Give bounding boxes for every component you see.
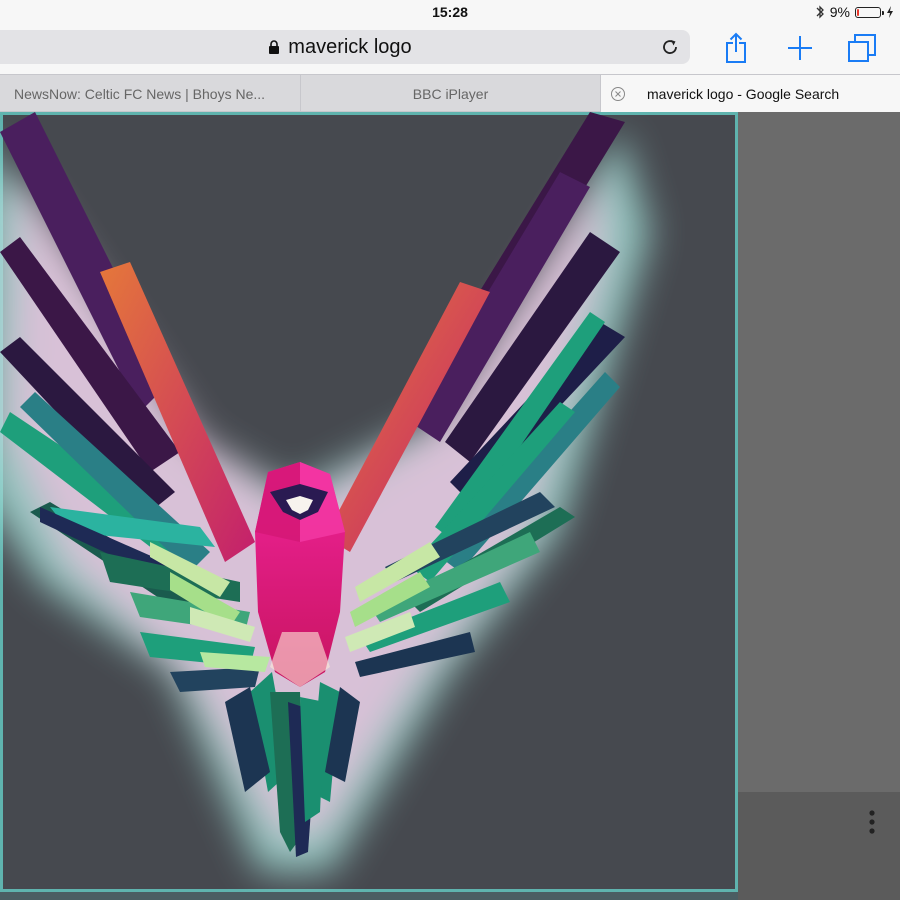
browser-toolbar: maverick logo xyxy=(0,26,900,74)
status-bar: 15:28 9% xyxy=(0,0,900,26)
tab-bar: NewsNow: Celtic FC News | Bhoys Ne... BB… xyxy=(0,74,900,112)
reload-icon[interactable] xyxy=(660,37,680,57)
tab-newsnow[interactable]: NewsNow: Celtic FC News | Bhoys Ne... xyxy=(0,75,301,112)
status-time: 15:28 xyxy=(432,4,468,20)
share-icon[interactable] xyxy=(720,32,752,64)
more-options-icon[interactable] xyxy=(864,808,880,836)
tabs-icon[interactable] xyxy=(846,32,878,64)
address-bar[interactable]: maverick logo xyxy=(0,30,690,64)
tab-bbc-iplayer[interactable]: BBC iPlayer xyxy=(301,75,601,112)
page-content xyxy=(0,112,900,900)
maverick-bird-logo xyxy=(0,112,650,872)
battery-percent: 9% xyxy=(829,4,850,20)
image-bottom-edge xyxy=(0,892,738,900)
battery-icon xyxy=(855,6,884,18)
tab-label: BBC iPlayer xyxy=(412,85,489,102)
tab-label: NewsNow: Celtic FC News | Bhoys Ne... xyxy=(14,85,266,102)
tab-google-search-active[interactable]: maverick logo - Google Search xyxy=(601,75,900,112)
charging-icon xyxy=(887,6,893,18)
status-indicators: 9% xyxy=(815,4,894,20)
close-tab-icon[interactable] xyxy=(610,86,626,102)
battery-level xyxy=(857,8,859,16)
add-tab-icon[interactable] xyxy=(784,32,816,64)
left-wing xyxy=(0,112,290,792)
address-text: maverick logo xyxy=(288,36,412,58)
lock-icon xyxy=(269,40,280,54)
logo-image[interactable] xyxy=(0,112,738,892)
tab-label: maverick logo - Google Search xyxy=(647,85,840,102)
bluetooth-icon xyxy=(816,5,824,19)
address-content: maverick logo xyxy=(0,36,690,59)
